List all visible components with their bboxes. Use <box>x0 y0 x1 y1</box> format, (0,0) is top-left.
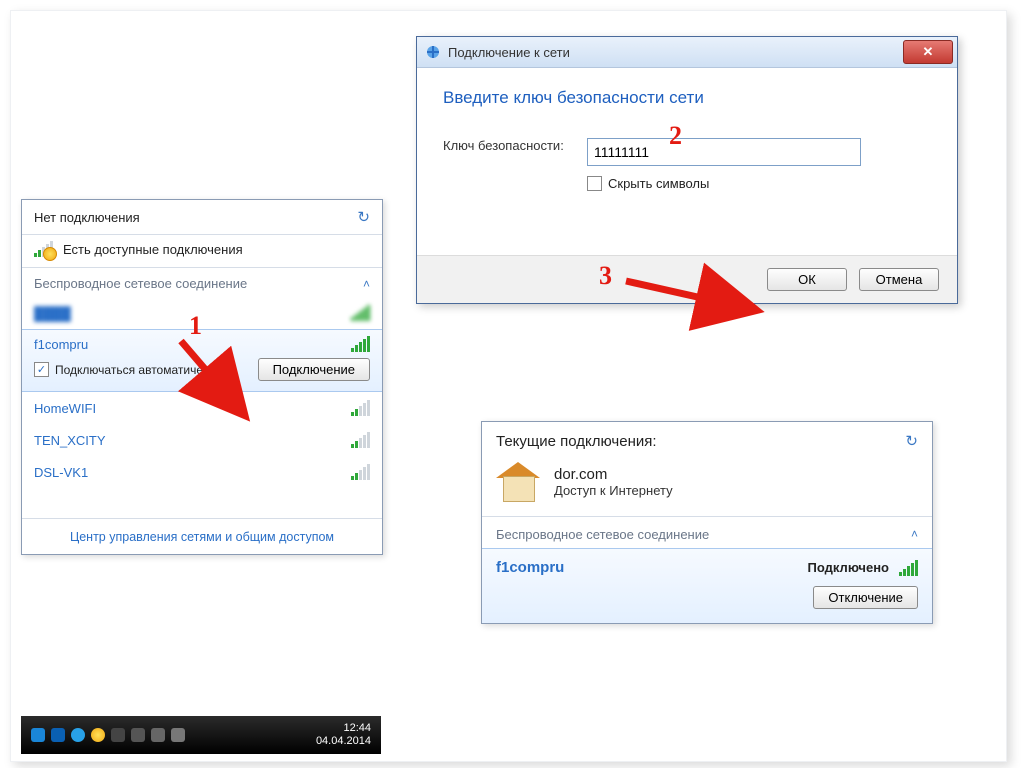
tray-icon[interactable] <box>131 728 145 742</box>
network-center-link[interactable]: Центр управления сетями и общим доступом <box>70 530 334 544</box>
signal-available-icon <box>34 241 53 257</box>
disconnect-button[interactable]: Отключение <box>813 586 918 609</box>
checkbox-icon[interactable] <box>587 176 602 191</box>
refresh-icon[interactable]: ↻ <box>905 432 918 450</box>
close-button[interactable]: ✕ <box>903 40 953 64</box>
signal-icon <box>351 305 370 321</box>
dialog-titlebar[interactable]: Подключение к сети ✕ <box>417 37 957 68</box>
wireless-section-header[interactable]: Беспроводное сетевое соединение ˄ <box>22 268 382 297</box>
active-network-name: dor.com <box>554 466 673 483</box>
tray-icon[interactable] <box>111 728 125 742</box>
step-number-3: 3 <box>599 261 612 291</box>
hide-chars-option[interactable]: Скрыть символы <box>587 176 931 191</box>
network-flyout: Нет подключения ↻ Есть доступные подключ… <box>21 199 383 555</box>
wireless-section-label: Беспроводное сетевое соединение <box>496 527 709 542</box>
taskbar-clock[interactable]: 12:44 04.04.2014 <box>316 722 371 748</box>
refresh-icon[interactable]: ↻ <box>357 208 370 226</box>
current-connections-title: Текущие подключения: <box>496 433 657 450</box>
network-item[interactable]: TEN_XCITY <box>22 424 382 456</box>
wireless-section-header[interactable]: Беспроводное сетевое соединение ˄ <box>482 517 932 548</box>
connect-button[interactable]: Подключение <box>258 358 370 381</box>
connected-network-item[interactable]: f1compru Подключено Отключение <box>482 548 932 623</box>
flyout-title: Нет подключения <box>34 210 140 225</box>
security-key-dialog: Подключение к сети ✕ Введите ключ безопа… <box>416 36 958 304</box>
network-name: DSL-VK1 <box>34 465 88 480</box>
network-name: ████ <box>34 306 71 321</box>
tray-icon[interactable] <box>51 728 65 742</box>
auto-connect-option[interactable]: Подключаться автоматически <box>34 362 221 377</box>
signal-icon <box>899 560 918 576</box>
step-number-1: 1 <box>189 311 202 341</box>
dialog-title: Подключение к сети <box>448 45 570 60</box>
key-label: Ключ безопасности: <box>443 138 573 155</box>
signal-icon <box>351 400 370 416</box>
current-connections-header: Текущие подключения: ↻ <box>482 422 932 456</box>
taskbar: 12:44 04.04.2014 <box>21 716 381 754</box>
flyout-header: Нет подключения ↻ <box>22 200 382 235</box>
chevron-up-icon[interactable]: ˄ <box>911 527 918 542</box>
tray-icons[interactable] <box>31 728 185 742</box>
clock-date: 04.04.2014 <box>316 735 371 748</box>
network-item[interactable]: DSL-VK1 <box>22 456 382 488</box>
checkbox-icon[interactable] <box>34 362 49 377</box>
network-icon <box>425 44 441 60</box>
network-name: HomeWIFI <box>34 401 96 416</box>
signal-icon <box>351 336 370 352</box>
connection-status: Подключено <box>808 560 889 575</box>
step-number-2: 2 <box>669 121 682 151</box>
dialog-heading: Введите ключ безопасности сети <box>443 88 931 108</box>
tray-icon[interactable] <box>91 728 105 742</box>
active-network-row[interactable]: dor.com Доступ к Интернету <box>482 456 932 517</box>
tray-icon[interactable] <box>31 728 45 742</box>
network-name: f1compru <box>34 337 88 352</box>
flyout-footer: Центр управления сетями и общим доступом <box>22 518 382 554</box>
active-network-status: Доступ к Интернету <box>554 483 673 498</box>
flyout-status-text: Есть доступные подключения <box>63 242 243 257</box>
tray-icon[interactable] <box>71 728 85 742</box>
tray-icon[interactable] <box>151 728 165 742</box>
clock-time: 12:44 <box>316 722 371 735</box>
auto-connect-label: Подключаться автоматически <box>55 363 221 377</box>
network-item[interactable]: HomeWIFI <box>22 392 382 424</box>
current-connections-flyout: Текущие подключения: ↻ dor.com Доступ к … <box>481 421 933 624</box>
signal-icon <box>351 432 370 448</box>
security-key-input[interactable] <box>587 138 861 166</box>
dialog-footer: ОК Отмена <box>417 255 957 303</box>
signal-icon <box>351 464 370 480</box>
home-network-icon <box>496 462 540 502</box>
flyout-status-row: Есть доступные подключения <box>22 235 382 268</box>
wireless-section-label: Беспроводное сетевое соединение <box>34 276 247 291</box>
hide-chars-label: Скрыть символы <box>608 176 709 191</box>
network-name: f1compru <box>496 559 564 576</box>
screenshot-canvas: Нет подключения ↻ Есть доступные подключ… <box>10 10 1007 762</box>
network-item-hidden[interactable]: ████ <box>22 297 382 329</box>
cancel-button[interactable]: Отмена <box>859 268 939 291</box>
network-name: TEN_XCITY <box>34 433 106 448</box>
network-item-selected[interactable]: f1compru Подключаться автоматически Подк… <box>22 329 382 392</box>
tray-icon[interactable] <box>171 728 185 742</box>
chevron-up-icon[interactable]: ˄ <box>363 277 370 291</box>
ok-button[interactable]: ОК <box>767 268 847 291</box>
